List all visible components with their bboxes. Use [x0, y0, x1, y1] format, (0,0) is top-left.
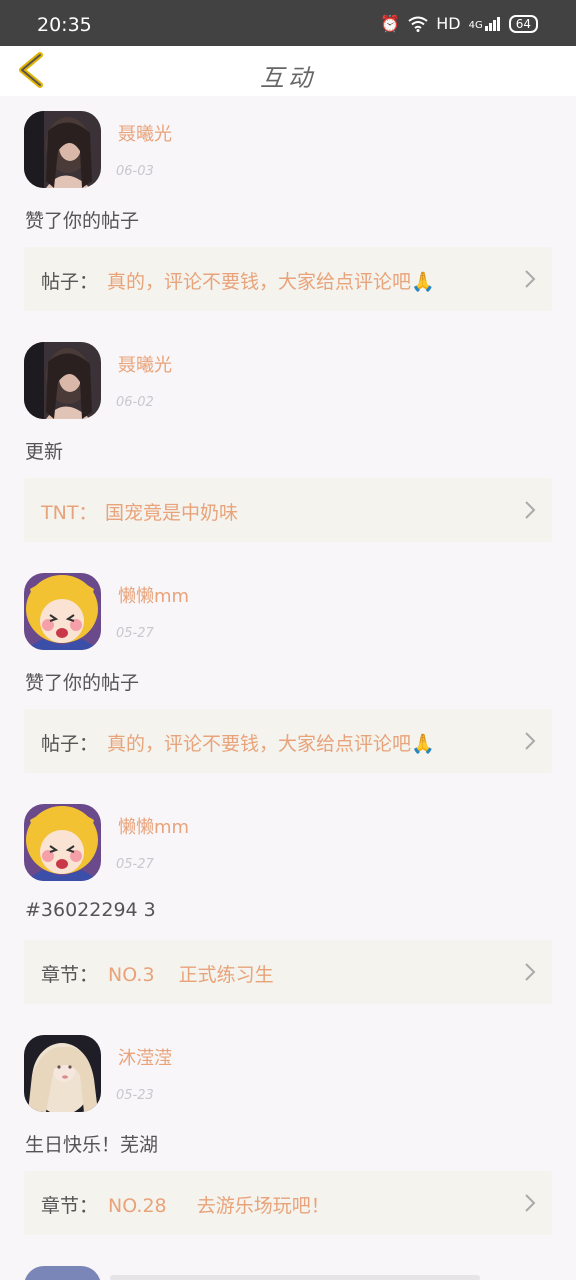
network-type: 4G: [468, 19, 483, 31]
username[interactable]: 聂曦光: [118, 351, 172, 377]
action-text: 更新: [25, 441, 64, 463]
chevron-right-icon: [525, 501, 536, 519]
post-reference[interactable]: 帖子： 真的，评论不要钱，大家给点评论吧🙏: [24, 247, 552, 311]
feed-item-partial: [0, 1251, 576, 1280]
ref-prefix: 章节：: [41, 1195, 99, 1217]
chapter-reference[interactable]: 章节： NO.28 去游乐场玩吧！: [24, 1171, 552, 1235]
avatar[interactable]: [24, 573, 101, 650]
hd-label: HD: [436, 14, 461, 33]
username[interactable]: 沐滢滢: [118, 1044, 172, 1070]
feed-item: 聂曦光 06-02 更新 TNT： 国宠竟是中奶味: [0, 327, 576, 558]
status-time: 20:35: [37, 14, 92, 36]
feed-item: 沐滢滢 05-23 生日快乐！芜湖 章节： NO.28 去游乐场玩吧！: [0, 1020, 576, 1251]
date: 05-23: [116, 1088, 154, 1103]
avatar[interactable]: [24, 111, 101, 188]
ref-prefix: 帖子：: [41, 271, 99, 293]
post-reference[interactable]: 帖子： 真的，评论不要钱，大家给点评论吧🙏: [24, 709, 552, 773]
feed-item: 懒懒mm 05-27 赞了你的帖子 帖子： 真的，评论不要钱，大家给点评论吧🙏: [0, 558, 576, 789]
ref-text: 国宠竟是中奶味: [105, 502, 239, 524]
battery-icon: 64: [508, 14, 538, 33]
chevron-right-icon: [525, 1194, 536, 1212]
ref-text: 真的，评论不要钱，大家给点评论吧🙏: [107, 271, 435, 293]
date: 05-27: [116, 857, 154, 872]
avatar[interactable]: [24, 1035, 101, 1112]
feed-item: 聂曦光 06-03 赞了你的帖子 帖子： 真的，评论不要钱，大家给点评论吧🙏: [0, 96, 576, 327]
username[interactable]: 懒懒mm: [118, 582, 189, 608]
chapter-reference[interactable]: 章节： NO.3 正式练习生: [24, 940, 552, 1004]
chevron-right-icon: [525, 732, 536, 750]
username[interactable]: 懒懒mm: [118, 813, 189, 839]
post-reference[interactable]: TNT： 国宠竟是中奶味: [24, 478, 552, 542]
avatar[interactable]: [24, 1266, 101, 1280]
ref-prefix: TNT：: [41, 502, 98, 524]
chevron-right-icon: [525, 270, 536, 288]
ref-text: 真的，评论不要钱，大家给点评论吧🙏: [107, 733, 435, 755]
username[interactable]: 聂曦光: [118, 120, 172, 146]
date: 06-03: [116, 164, 154, 179]
ref-text: NO.28 去游乐场玩吧！: [108, 1195, 330, 1217]
avatar[interactable]: [24, 342, 101, 419]
ref-text: NO.3 正式练习生: [108, 964, 274, 986]
action-text: #36022294 3: [25, 899, 156, 921]
action-text: 赞了你的帖子: [25, 672, 140, 694]
ref-prefix: 帖子：: [41, 733, 99, 755]
avatar[interactable]: [24, 804, 101, 881]
page-title: 互动: [260, 64, 316, 92]
alarm-icon: ⏰: [380, 14, 401, 33]
signal-icon: 4G: [468, 16, 501, 31]
wifi-icon: [408, 16, 428, 32]
preview-strip: [110, 1275, 480, 1280]
app-header: 互动: [0, 46, 576, 96]
ref-prefix: 章节：: [41, 964, 99, 986]
status-bar: 20:35 ⏰ HD 4G 64: [0, 0, 576, 46]
status-icons: ⏰ HD 4G 64: [380, 14, 538, 33]
chevron-right-icon: [525, 963, 536, 981]
action-text: 生日快乐！芜湖: [25, 1134, 159, 1156]
action-text: 赞了你的帖子: [25, 210, 140, 232]
feed-item: 懒懒mm 05-27 #36022294 3 章节： NO.3 正式练习生: [0, 789, 576, 1020]
date: 06-02: [116, 395, 154, 410]
date: 05-27: [116, 626, 154, 641]
